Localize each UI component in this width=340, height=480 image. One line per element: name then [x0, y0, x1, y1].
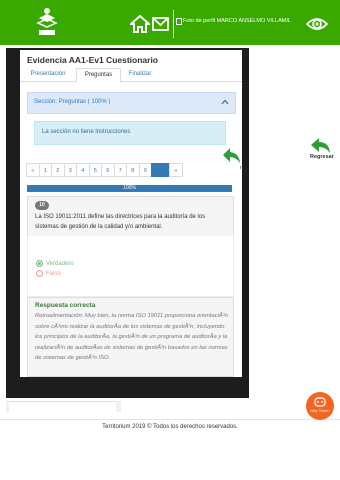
- page-7[interactable]: 7: [113, 163, 127, 177]
- broken-image-icon: [176, 18, 182, 25]
- profile-photo-alt: Foto de perfil MARCO ANSELMO VILLAMIL: [183, 18, 291, 24]
- radio-icon[interactable]: [36, 270, 43, 277]
- scrollbar-right-cap: [116, 401, 121, 412]
- chevron-up-icon[interactable]: [221, 99, 229, 105]
- progress-label: 100%: [123, 185, 136, 191]
- mail-icon[interactable]: [152, 17, 169, 31]
- sena-logo: [36, 8, 58, 35]
- progress-bar: 100%: [27, 185, 232, 192]
- tab-preguntas[interactable]: Preguntas: [76, 68, 121, 83]
- question-pagination: « 1 2 3 4 5 6 7 8 9 »: [26, 163, 183, 177]
- eye-icon[interactable]: [306, 16, 328, 32]
- page-8[interactable]: 8: [126, 163, 140, 177]
- profile-photo[interactable]: Foto de perfil MARCO ANSELMO VILLAMIL: [176, 18, 291, 25]
- back-label-fragment: r: [240, 165, 242, 171]
- option-label: Verdadero: [46, 261, 74, 268]
- page-10-current[interactable]: [151, 163, 170, 177]
- question-text: La ISO 19011:2011 define las directrices…: [35, 214, 206, 230]
- instructions-text: La sección no tiene instrucciones: [42, 129, 131, 135]
- feedback-box: Respuesta correcta Retroalimentación: Mu…: [27, 297, 234, 377]
- section-header[interactable]: Sección: Preguntas ( 100% ): [27, 92, 236, 114]
- footer-divider: [0, 419, 340, 420]
- page-prev[interactable]: «: [26, 163, 40, 177]
- page-2[interactable]: 2: [51, 163, 65, 177]
- regresar-label[interactable]: Regresar: [310, 154, 334, 160]
- regresar-arrow-icon[interactable]: [310, 137, 332, 155]
- top-bar: Foto de perfil MARCO ANSELMO VILLAMIL: [0, 0, 340, 45]
- home-icon[interactable]: [130, 15, 150, 33]
- scrollbar-left-cap: [6, 403, 9, 412]
- section-label: Sección: Preguntas ( 100% ): [34, 99, 111, 105]
- chat-face-icon: [314, 397, 326, 407]
- page-5[interactable]: 5: [88, 163, 102, 177]
- horizontal-scrollbar[interactable]: [6, 401, 122, 413]
- tab-bar: Presentación Preguntas Finalizar: [20, 68, 242, 83]
- chat-label: Hey Tomé!: [310, 408, 330, 413]
- back-arrow-icon[interactable]: [222, 147, 242, 165]
- feedback-text: Retroalimentación: Muy bien, la norma IS…: [35, 313, 228, 361]
- tab-finalizar[interactable]: Finalizar: [123, 68, 157, 81]
- footer-copyright: Territorium 2019 © Todos los derechos re…: [102, 424, 238, 430]
- answer-options: Verdadero Falso: [27, 236, 234, 297]
- question-box: 10 La ISO 19011:2011 define las directri…: [27, 196, 234, 238]
- header-divider: [173, 10, 174, 38]
- feedback-title: Respuesta correcta: [35, 302, 96, 309]
- page-6[interactable]: 6: [101, 163, 115, 177]
- quiz-title: Evidencia AA1-Ev1 Cuestionario: [27, 55, 159, 65]
- chat-assistant-button[interactable]: Hey Tomé!: [306, 392, 334, 420]
- page-3[interactable]: 3: [63, 163, 77, 177]
- option-verdadero[interactable]: Verdadero: [36, 260, 74, 267]
- page-9[interactable]: 9: [138, 163, 152, 177]
- page-next[interactable]: »: [169, 163, 183, 177]
- option-falso[interactable]: Falso: [36, 270, 61, 277]
- question-number-badge: 10: [35, 201, 49, 210]
- tab-presentacion[interactable]: Presentación: [24, 68, 72, 81]
- page-4[interactable]: 4: [76, 163, 90, 177]
- radio-selected-icon[interactable]: [36, 260, 43, 267]
- option-label: Falso: [46, 271, 61, 278]
- page-1[interactable]: 1: [38, 163, 52, 177]
- section-instructions: La sección no tiene instrucciones: [34, 121, 226, 145]
